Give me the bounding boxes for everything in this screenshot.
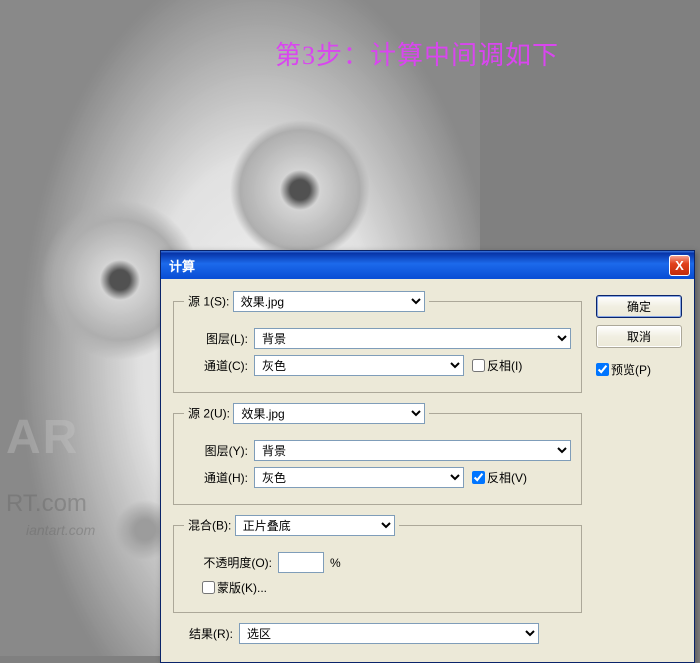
source1-invert-checkbox[interactable] <box>472 359 485 372</box>
blend-legend: 混合(B): 正片叠底 <box>184 515 399 536</box>
blend-group: 混合(B): 正片叠底 不透明度(O): % 蒙版(K)... <box>173 515 582 613</box>
dialog-title: 计算 <box>169 256 669 275</box>
opacity-pct: % <box>330 556 341 570</box>
watermark-med: RT.com <box>6 490 87 518</box>
source1-legend: 源 1(S): 效果.jpg <box>184 291 429 312</box>
source2-invert-checkbox[interactable] <box>472 471 485 484</box>
source1-group: 源 1(S): 效果.jpg 图层(L): 背景 通道(C): 灰色 <box>173 291 582 393</box>
source1-invert-wrap[interactable]: 反相(I) <box>472 357 522 374</box>
source2-channel-select[interactable]: 灰色 <box>254 467 464 488</box>
dialog-body: 源 1(S): 效果.jpg 图层(L): 背景 通道(C): 灰色 <box>161 279 694 662</box>
source2-legend: 源 2(U): 效果.jpg <box>184 403 429 424</box>
opacity-label: 不透明度(O): <box>184 554 272 571</box>
dialog-titlebar[interactable]: 计算 X <box>161 251 694 279</box>
source2-group: 源 2(U): 效果.jpg 图层(Y): 背景 通道(H): 灰色 <box>173 403 582 505</box>
result-label: 结果(R): <box>173 625 233 642</box>
source1-legend-text: 源 1(S): <box>188 295 229 309</box>
dialog-right-column: 确定 取消 预览(P) <box>596 291 682 644</box>
result-select[interactable]: 选区 <box>239 623 539 644</box>
source2-invert-wrap[interactable]: 反相(V) <box>472 469 527 486</box>
source2-file-select[interactable]: 效果.jpg <box>233 403 425 424</box>
close-icon: X <box>675 258 684 273</box>
close-button[interactable]: X <box>669 255 690 276</box>
blend-legend-text: 混合(B): <box>188 519 231 533</box>
mask-wrap[interactable]: 蒙版(K)... <box>202 579 267 596</box>
source2-layer-select[interactable]: 背景 <box>254 440 571 461</box>
opacity-input[interactable] <box>278 552 324 573</box>
watermark-small: iantart.com <box>26 522 95 538</box>
preview-wrap[interactable]: 预览(P) <box>596 361 682 378</box>
source1-file-select[interactable]: 效果.jpg <box>233 291 425 312</box>
mask-label: 蒙版(K)... <box>217 579 267 596</box>
preview-label: 预览(P) <box>611 361 651 378</box>
calculations-dialog: 计算 X 源 1(S): 效果.jpg 图层(L): 背景 <box>160 250 695 663</box>
source1-invert-label: 反相(I) <box>487 357 522 374</box>
blend-mode-select[interactable]: 正片叠底 <box>235 515 395 536</box>
source2-legend-text: 源 2(U): <box>188 407 230 421</box>
result-row: 结果(R): 选区 <box>173 623 582 644</box>
dialog-left-column: 源 1(S): 效果.jpg 图层(L): 背景 通道(C): 灰色 <box>173 291 582 644</box>
source1-channel-label: 通道(C): <box>184 357 248 374</box>
mask-checkbox[interactable] <box>202 581 215 594</box>
source1-layer-select[interactable]: 背景 <box>254 328 571 349</box>
step-caption: 第3步：计算中间调如下 <box>275 35 559 72</box>
preview-checkbox[interactable] <box>596 363 609 376</box>
source2-channel-label: 通道(H): <box>184 469 248 486</box>
cancel-button[interactable]: 取消 <box>596 325 682 348</box>
ok-button[interactable]: 确定 <box>596 295 682 318</box>
source2-invert-label: 反相(V) <box>487 469 527 486</box>
source1-channel-select[interactable]: 灰色 <box>254 355 464 376</box>
source1-layer-label: 图层(L): <box>184 330 248 347</box>
source2-layer-label: 图层(Y): <box>184 442 248 459</box>
watermark-big: AR <box>6 410 79 465</box>
